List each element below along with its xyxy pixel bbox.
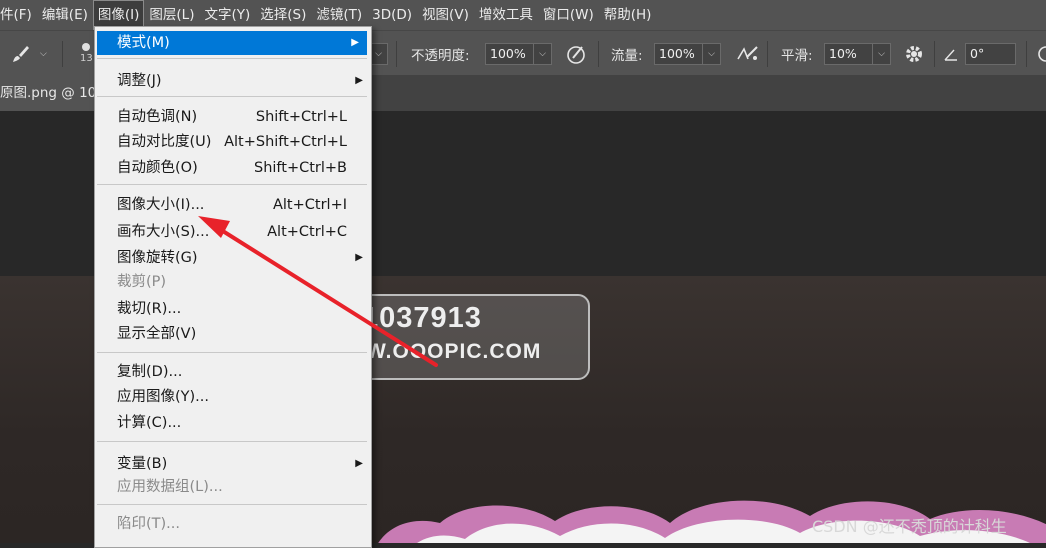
menu-item-apply-data-set: 应用数据组(L)... bbox=[95, 475, 371, 499]
menu-item-reveal-all[interactable]: 显示全部(V) bbox=[95, 322, 371, 346]
document-tab[interactable]: 原图.png @ 10 bbox=[0, 75, 102, 111]
flow-chevron-icon[interactable]: ⌵ bbox=[703, 42, 721, 65]
pressure-opacity-icon[interactable] bbox=[565, 31, 589, 76]
menu-view[interactable]: 视图(V) bbox=[417, 0, 474, 30]
brush-tool-icon[interactable] bbox=[10, 31, 32, 76]
angle-input[interactable]: 0° bbox=[965, 42, 1016, 65]
chevron-down-icon: ⌵ bbox=[370, 42, 388, 65]
menu-item-label: 应用图像(Y)... bbox=[117, 389, 209, 405]
submenu-arrow-icon: ▶ bbox=[351, 37, 359, 48]
watermark-number: 1037913 bbox=[362, 302, 482, 334]
menu-item-label: 图像大小(I)... bbox=[117, 197, 205, 213]
menu-item-label: 自动对比度(U) bbox=[117, 134, 212, 150]
csdn-credit: CSDN @还不秃顶的计科生 bbox=[812, 517, 1007, 536]
submenu-arrow-icon: ▶ bbox=[355, 75, 363, 86]
menu-item-auto-tone[interactable]: 自动色调(N) Shift+Ctrl+L bbox=[95, 105, 371, 129]
brush-size-label: 13 bbox=[80, 53, 93, 64]
menu-item-label: 自动色调(N) bbox=[117, 109, 198, 125]
shortcut-label: Shift+Ctrl+L bbox=[255, 109, 347, 125]
shortcut-label: Alt+Ctrl+I bbox=[272, 197, 347, 213]
menu-help[interactable]: 帮助(H) bbox=[599, 0, 657, 30]
menu-item-adjustments[interactable]: 调整(J) ▶ bbox=[95, 69, 371, 93]
menu-item-label: 自动颜色(O) bbox=[117, 160, 198, 176]
menu-plugins[interactable]: 增效工具 bbox=[474, 0, 538, 30]
gear-icon[interactable] bbox=[904, 31, 924, 76]
menu-item-duplicate[interactable]: 复制(D)... bbox=[95, 360, 371, 384]
brush-dot-icon bbox=[82, 43, 91, 51]
opacity-chevron-icon[interactable]: ⌵ bbox=[534, 42, 552, 65]
menu-item-image-size[interactable]: 图像大小(I)... Alt+Ctrl+I bbox=[95, 193, 371, 217]
menu-item-label: 调整(J) bbox=[117, 73, 162, 89]
menu-window[interactable]: 窗口(W) bbox=[538, 0, 599, 30]
menu-item-label: 复制(D)... bbox=[117, 364, 183, 380]
flow-label: 流量: bbox=[611, 47, 643, 64]
flow-input[interactable]: 100% bbox=[654, 42, 703, 65]
menu-3d[interactable]: 3D(D) bbox=[367, 0, 417, 30]
smoothing-input[interactable]: 10% bbox=[824, 42, 873, 65]
menu-item-label: 计算(C)... bbox=[117, 415, 182, 431]
opacity-input[interactable]: 100% bbox=[485, 42, 534, 65]
menu-item-auto-color[interactable]: 自动颜色(O) Shift+Ctrl+B bbox=[95, 156, 371, 180]
menu-item-label: 模式(M) bbox=[117, 35, 170, 51]
brush-size-picker[interactable]: 13 bbox=[80, 31, 93, 76]
shortcut-label: Shift+Ctrl+B bbox=[253, 160, 347, 176]
menu-item-canvas-size[interactable]: 画布大小(S)... Alt+Ctrl+C bbox=[95, 220, 371, 244]
menu-item-trap: 陷印(T)... bbox=[95, 512, 371, 536]
menu-item-label: 变量(B) bbox=[117, 456, 168, 472]
menu-item-calculations[interactable]: 计算(C)... bbox=[95, 411, 371, 435]
menu-item-label: 裁切(R)... bbox=[117, 301, 182, 317]
smoothing-chevron-icon[interactable]: ⌵ bbox=[873, 42, 891, 65]
menu-item-image-rotation[interactable]: 图像旋转(G) ▶ bbox=[95, 246, 371, 270]
opacity-label: 不透明度: bbox=[411, 47, 470, 64]
tool-preset-chevron-icon[interactable]: ⌵ bbox=[40, 31, 47, 76]
menu-item-auto-contrast[interactable]: 自动对比度(U) Alt+Shift+Ctrl+L bbox=[95, 130, 371, 154]
symmetry-icon[interactable] bbox=[1036, 31, 1046, 76]
shortcut-label: Alt+Ctrl+C bbox=[267, 224, 347, 240]
menu-item-label: 显示全部(V) bbox=[117, 326, 197, 342]
menu-item-variables[interactable]: 变量(B) ▶ bbox=[95, 452, 371, 476]
menu-item-label: 应用数据组(L)... bbox=[117, 479, 223, 495]
watermark-url: W.OOOPIC.COM bbox=[366, 340, 542, 363]
mode-dropdown[interactable]: ⌵ bbox=[370, 31, 388, 76]
image-dropdown-menu: 模式(M) ▶ 调整(J) ▶ 自动色调(N) Shift+Ctrl+L 自动对… bbox=[94, 26, 372, 548]
angle-icon bbox=[943, 31, 959, 76]
shortcut-label: Alt+Shift+Ctrl+L bbox=[224, 134, 347, 150]
menu-file[interactable]: 件(F) bbox=[0, 0, 37, 30]
menu-item-label: 图像旋转(G) bbox=[117, 250, 198, 266]
menu-item-crop: 裁剪(P) bbox=[95, 270, 371, 294]
menu-item-trim[interactable]: 裁切(R)... bbox=[95, 297, 371, 321]
submenu-arrow-icon: ▶ bbox=[355, 252, 363, 263]
menu-item-label: 画布大小(S)... bbox=[117, 224, 210, 240]
menu-item-label: 陷印(T)... bbox=[117, 516, 180, 532]
menu-item-mode[interactable]: 模式(M) ▶ bbox=[97, 31, 367, 55]
airbrush-icon[interactable] bbox=[735, 31, 761, 76]
menu-edit[interactable]: 编辑(E) bbox=[37, 0, 93, 30]
menu-item-label: 裁剪(P) bbox=[117, 274, 167, 290]
smoothing-label: 平滑: bbox=[781, 47, 813, 64]
submenu-arrow-icon: ▶ bbox=[355, 458, 363, 469]
menu-item-apply-image[interactable]: 应用图像(Y)... bbox=[95, 385, 371, 409]
